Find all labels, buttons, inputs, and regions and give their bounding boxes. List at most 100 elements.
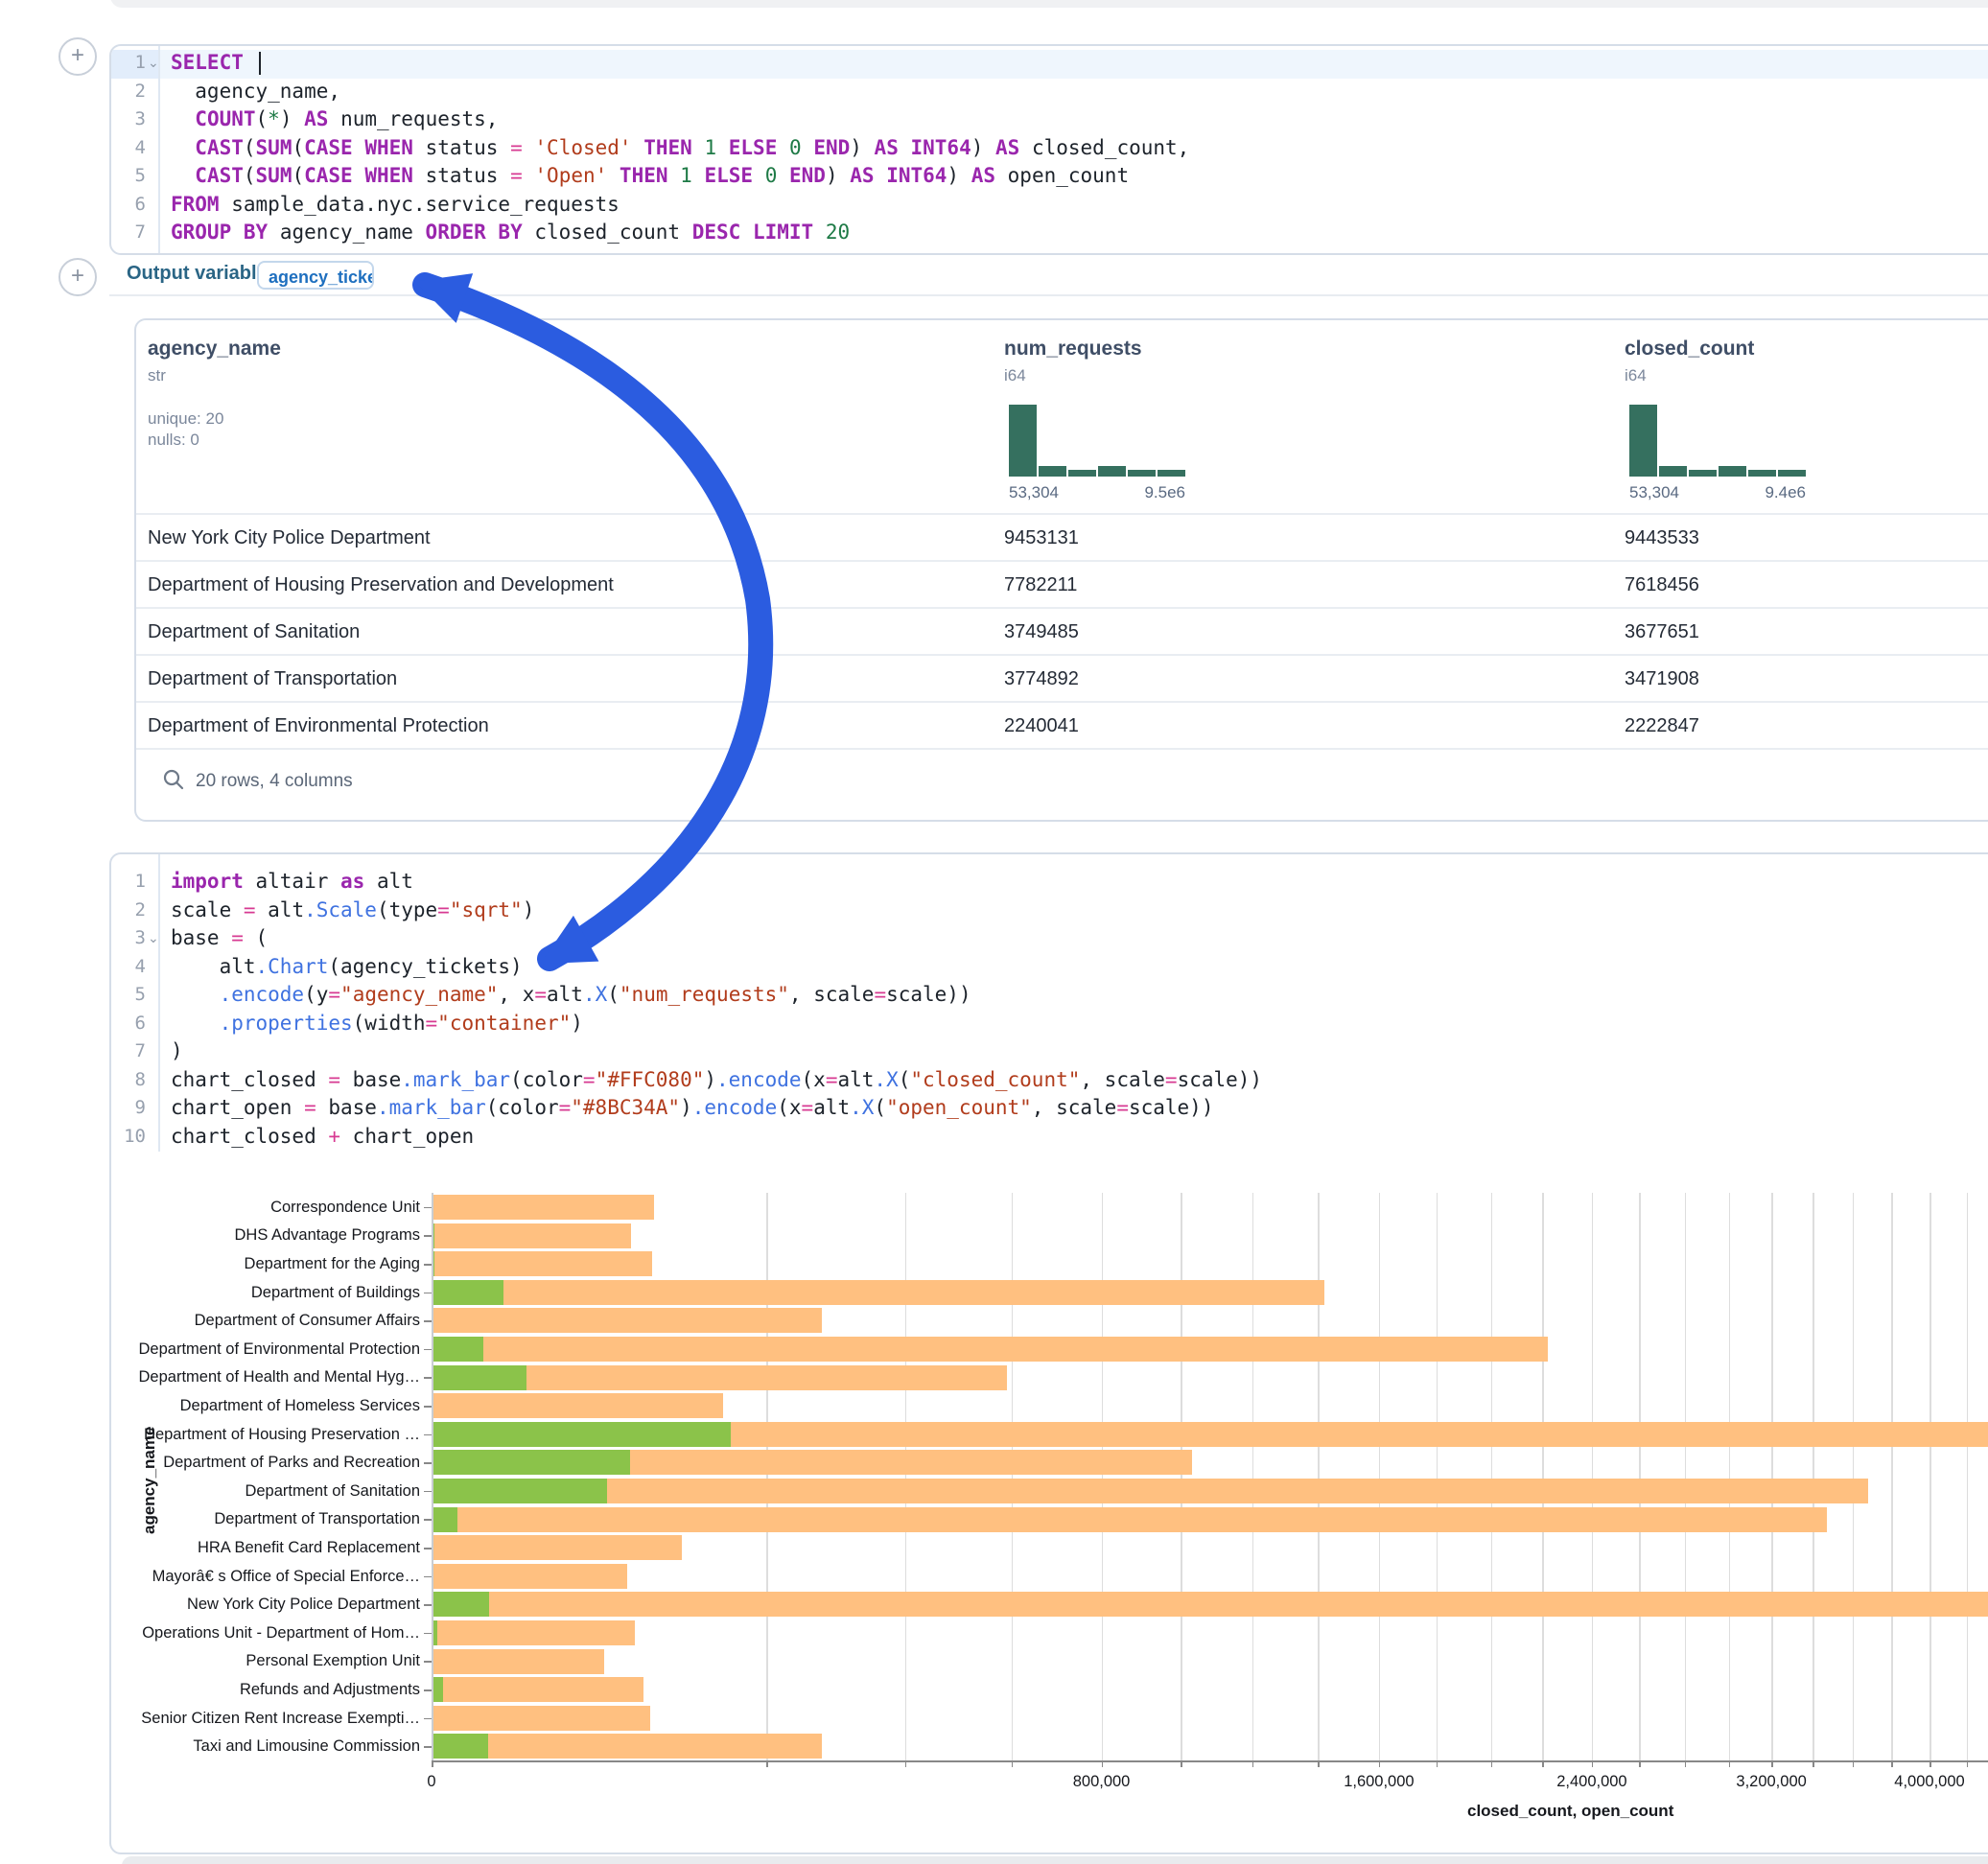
column-header-closed_count[interactable]: closed_counti64 bbox=[1625, 338, 1970, 385]
bar-closed_count bbox=[432, 1564, 627, 1589]
code-line: agency_name, bbox=[171, 78, 1988, 106]
gridline bbox=[1542, 1193, 1544, 1760]
y-axis-label: Operations Unit - Department of Hom… bbox=[132, 1624, 420, 1642]
gridline bbox=[1181, 1193, 1182, 1760]
y-axis-tick bbox=[424, 1377, 432, 1379]
y-axis-label: Department of Parks and Recreation bbox=[132, 1454, 420, 1471]
code-line: COUNT(*) AS num_requests, bbox=[171, 105, 1988, 134]
column-header-num_requests[interactable]: num_requestsi64 bbox=[1004, 338, 1349, 385]
search-icon[interactable] bbox=[161, 767, 186, 792]
y-axis-tick bbox=[424, 1293, 432, 1294]
y-axis-label: Refunds and Adjustments bbox=[132, 1681, 420, 1698]
x-axis-tick bbox=[1729, 1760, 1731, 1767]
column-stats: unique: 20nulls: 0 bbox=[148, 408, 223, 451]
column-histogram bbox=[1629, 405, 1806, 477]
x-axis-tick-label: 1,600,000 bbox=[1312, 1773, 1446, 1791]
y-axis-label: Department of Housing Preservation … bbox=[132, 1426, 420, 1443]
y-axis-tick bbox=[424, 1264, 432, 1266]
x-axis-tick bbox=[1318, 1760, 1320, 1767]
bar-open_count bbox=[432, 1734, 488, 1759]
x-axis-tick bbox=[432, 1760, 433, 1767]
gridline bbox=[1252, 1193, 1254, 1760]
table-cell: 2240041 bbox=[1004, 703, 1079, 750]
gridline bbox=[1012, 1193, 1014, 1760]
x-axis-tick bbox=[1685, 1760, 1687, 1767]
column-histogram bbox=[1009, 405, 1185, 477]
bar-closed_count bbox=[432, 1507, 1827, 1532]
table-row-count: 20 rows, 4 columns bbox=[196, 771, 353, 792]
column-header-agency_name[interactable]: agency_namestr bbox=[148, 338, 493, 385]
bar-closed_count bbox=[432, 1706, 650, 1731]
table-cell: 3749485 bbox=[1004, 609, 1079, 656]
y-axis-tick bbox=[424, 1519, 432, 1521]
table-cell: Department of Transportation bbox=[148, 656, 397, 703]
bar-open_count bbox=[432, 1479, 607, 1503]
add-cell-button-top[interactable]: + bbox=[58, 37, 97, 76]
table-cell: 9453131 bbox=[1004, 515, 1079, 562]
table-row[interactable]: Department of Transportation377489234719… bbox=[136, 654, 1988, 703]
y-axis-tick bbox=[424, 1207, 432, 1209]
y-axis-label: Department of Homeless Services bbox=[132, 1397, 420, 1414]
collapse-chevron-icon[interactable]: ⌄ bbox=[148, 930, 159, 946]
code-line: FROM sample_data.nyc.service_requests bbox=[171, 191, 1988, 220]
add-cell-button-middle[interactable]: + bbox=[58, 258, 97, 296]
code-line: GROUP BY agency_name ORDER BY closed_cou… bbox=[171, 219, 1988, 247]
table-cell: Department of Environmental Protection bbox=[148, 703, 489, 750]
table-row[interactable]: Department of Housing Preservation and D… bbox=[136, 560, 1988, 609]
sql-line-numbers: 1234567 bbox=[111, 49, 146, 247]
x-axis-tick bbox=[1437, 1760, 1438, 1767]
bar-closed_count bbox=[432, 1677, 643, 1702]
gridline bbox=[1853, 1193, 1855, 1760]
table-cell: 7782211 bbox=[1004, 562, 1077, 609]
x-axis-tick bbox=[1102, 1760, 1104, 1767]
y-axis-label: Personal Exemption Unit bbox=[132, 1652, 420, 1669]
y-axis-tick bbox=[424, 1604, 432, 1606]
x-axis-tick bbox=[1813, 1760, 1814, 1767]
gridline bbox=[766, 1193, 768, 1760]
gridline bbox=[1729, 1193, 1731, 1760]
table-row[interactable]: New York City Police Department945313194… bbox=[136, 513, 1988, 562]
y-axis-label: Department for the Aging bbox=[132, 1255, 420, 1272]
x-axis-tick-label: 3,200,000 bbox=[1704, 1773, 1838, 1791]
gutter-divider bbox=[158, 46, 160, 253]
x-axis-tick bbox=[1853, 1760, 1855, 1767]
bar-closed_count bbox=[432, 1592, 1988, 1617]
code-line: CAST(SUM(CASE WHEN status = 'Closed' THE… bbox=[171, 134, 1988, 163]
table-cell: Department of Housing Preservation and D… bbox=[148, 562, 614, 609]
gridline bbox=[905, 1193, 907, 1760]
section-divider bbox=[109, 294, 1988, 296]
bar-closed_count bbox=[432, 1393, 723, 1418]
result-table-card: agency_namestr unique: 20nulls: 0 num_requ… bbox=[134, 318, 1988, 822]
bar-open_count bbox=[432, 1677, 443, 1702]
y-axis-tick bbox=[424, 1633, 432, 1635]
plus-icon: + bbox=[71, 263, 84, 289]
bar-closed_count bbox=[432, 1649, 604, 1674]
output-variable-input[interactable]: agency_tickets bbox=[257, 261, 374, 290]
table-cell: 3471908 bbox=[1625, 656, 1699, 703]
table-footer-divider bbox=[136, 748, 1988, 750]
y-axis-title: agency_name bbox=[140, 1419, 159, 1534]
table-cell: 7618456 bbox=[1625, 562, 1699, 609]
x-axis-tick bbox=[1930, 1760, 1931, 1767]
x-axis-line bbox=[432, 1760, 1988, 1762]
x-axis-tick bbox=[1967, 1760, 1969, 1767]
y-axis-label: Taxi and Limousine Commission bbox=[132, 1737, 420, 1755]
gridline bbox=[1592, 1193, 1594, 1760]
table-row[interactable]: Department of Environmental Protection 22… bbox=[136, 701, 1988, 750]
y-axis-tick bbox=[424, 1718, 432, 1720]
collapse-chevron-icon[interactable]: ⌄ bbox=[148, 55, 159, 71]
y-axis-tick bbox=[424, 1349, 432, 1351]
x-axis-tick bbox=[1491, 1760, 1493, 1767]
output-variable-label: Output variable: bbox=[127, 263, 273, 285]
y-axis-label: Department of Consumer Affairs bbox=[132, 1312, 420, 1329]
bar-closed_count bbox=[432, 1734, 822, 1759]
x-axis-tick bbox=[905, 1760, 907, 1767]
x-axis-tick bbox=[1252, 1760, 1254, 1767]
table-cell: New York City Police Department bbox=[148, 515, 431, 562]
x-axis-title: closed_count, open_count bbox=[1467, 1802, 1673, 1821]
gridline bbox=[1771, 1193, 1773, 1760]
x-axis-tick bbox=[1592, 1760, 1594, 1767]
bar-open_count bbox=[432, 1507, 457, 1532]
table-row[interactable]: Department of Sanitation37494853677651 bbox=[136, 607, 1988, 656]
sql-code-editor[interactable]: SELECT agency_name, COUNT(*) AS num_requ… bbox=[171, 49, 1988, 247]
